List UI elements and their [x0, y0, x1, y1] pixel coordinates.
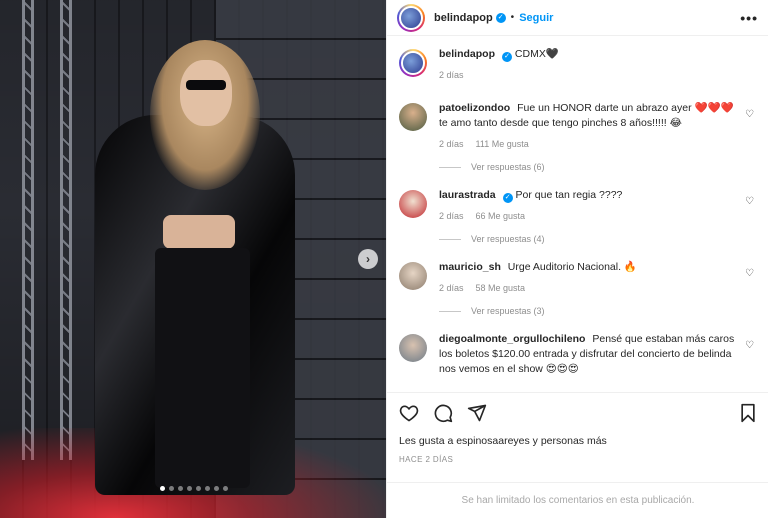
comment-meta: 2 días 111 Me gusta — [439, 137, 737, 152]
replies-divider — [439, 166, 461, 168]
comment-item: mauricio_sh Urge Auditorio Nacional. 🔥 2… — [399, 260, 757, 296]
carousel-dot — [187, 486, 192, 491]
person-midriff — [163, 215, 235, 249]
view-replies-button[interactable]: Ver respuestas (4) — [439, 234, 757, 244]
comment-body: patoelizondoo Fue un HONOR darte un abra… — [439, 101, 757, 152]
comment-item: laurastrada ✓ Por que tan regia ???? 2 dí… — [399, 188, 757, 224]
comment-username[interactable]: mauricio_sh — [439, 261, 501, 273]
like-comment-heart-icon[interactable]: ♡ — [745, 268, 755, 279]
verified-badge-icon: ✓ — [502, 193, 513, 203]
caption-body: belindapop ✓ CDMX🖤 2 días — [439, 47, 757, 83]
chevron-right-icon: › — [366, 252, 370, 266]
caption-username[interactable]: belindapop — [439, 48, 495, 60]
replies-divider — [439, 238, 461, 240]
like-comment-heart-icon[interactable]: ♡ — [745, 340, 755, 351]
post-photo[interactable]: › — [0, 0, 386, 518]
comment-body: laurastrada ✓ Por que tan regia ???? 2 dí… — [439, 188, 757, 224]
post-header: belindapop ✓ • Seguir ••• — [387, 0, 768, 36]
avatar[interactable] — [399, 49, 427, 77]
caption-meta: 2 días — [439, 68, 737, 83]
comment-text: Urge Auditorio Nacional. 🔥 — [507, 261, 638, 273]
verified-badge-icon: ✓ — [495, 12, 506, 23]
carousel-dot — [214, 486, 219, 491]
comment-username[interactable]: patoelizondoo — [439, 102, 510, 114]
comment-item: patoelizondoo Fue un HONOR darte un abra… — [399, 101, 757, 152]
commenter-avatar[interactable] — [399, 334, 427, 362]
comment-meta: 2 días 66 Me gusta — [439, 209, 737, 224]
commenter-avatar[interactable] — [399, 262, 427, 290]
comments-limited-notice: Se han limitado los comentarios en esta … — [387, 482, 768, 518]
comment-username[interactable]: laurastrada — [439, 189, 496, 201]
save-bookmark-icon[interactable] — [739, 403, 757, 423]
comment-item: diegoalmonte_orgullochileno Pensé que es… — [399, 332, 757, 377]
avatar-image — [401, 51, 425, 75]
separator-dot: • — [510, 12, 515, 23]
comment-time[interactable]: 2 días — [439, 281, 464, 296]
action-icons — [399, 401, 757, 425]
like-heart-icon[interactable] — [399, 403, 419, 423]
likes-summary[interactable]: Les gusta a espinosaareyes y personas má… — [399, 435, 757, 447]
view-replies-label: Ver respuestas (3) — [471, 306, 545, 316]
carousel-dot — [223, 486, 228, 491]
stage-truss-left — [22, 0, 34, 460]
carousel-dot — [160, 486, 165, 491]
more-options-icon[interactable]: ••• — [740, 10, 758, 26]
next-slide-button[interactable]: › — [358, 249, 378, 269]
comment-body: diegoalmonte_orgullochileno Pensé que es… — [439, 332, 757, 377]
carousel-dot — [169, 486, 174, 491]
comments-list[interactable]: belindapop ✓ CDMX🖤 2 días patoelizondoo F… — [387, 37, 768, 392]
comment-time[interactable]: 2 días — [439, 137, 464, 152]
view-replies-label: Ver respuestas (4) — [471, 234, 545, 244]
person-face — [180, 60, 232, 126]
comment-time[interactable]: 2 días — [439, 209, 464, 224]
comment-body: mauricio_sh Urge Auditorio Nacional. 🔥 2… — [439, 260, 757, 296]
view-replies-label: Ver respuestas (6) — [471, 162, 545, 172]
comment-likes[interactable]: 111 Me gusta — [476, 137, 529, 152]
post-caption: belindapop ✓ CDMX🖤 2 días — [399, 47, 757, 83]
replies-divider — [439, 310, 461, 312]
comment-text: Por que tan regia ???? — [515, 189, 623, 201]
post-time-ago[interactable]: HACE 2 DÍAS — [399, 455, 757, 464]
person-pants — [155, 248, 250, 488]
like-comment-heart-icon[interactable]: ♡ — [745, 109, 755, 120]
carousel-dot — [205, 486, 210, 491]
view-replies-button[interactable]: Ver respuestas (6) — [439, 162, 757, 172]
commenter-avatar[interactable] — [399, 103, 427, 131]
share-send-icon[interactable] — [467, 403, 487, 423]
carousel-dots — [160, 486, 228, 491]
commenter-avatar[interactable] — [399, 190, 427, 218]
avatar-image — [399, 5, 423, 30]
verified-badge-icon: ✓ — [502, 52, 512, 62]
sunglasses — [186, 80, 226, 90]
stage-truss-right — [60, 0, 72, 460]
comment-likes[interactable]: 66 Me gusta — [476, 209, 526, 224]
carousel-dot — [196, 486, 201, 491]
like-comment-heart-icon[interactable]: ♡ — [745, 196, 755, 207]
author-username[interactable]: belindapop — [434, 12, 493, 24]
comment-bubble-icon[interactable] — [433, 403, 453, 423]
avatar[interactable] — [397, 3, 425, 32]
comment-username[interactable]: diegoalmonte_orgullochileno — [439, 333, 585, 345]
comment-meta: 2 días 58 Me gusta — [439, 281, 737, 296]
view-replies-button[interactable]: Ver respuestas (3) — [439, 306, 757, 316]
post-actions: Les gusta a espinosaareyes y personas má… — [387, 392, 768, 482]
post-sidebar: belindapop ✓ • Seguir ••• belindapop ✓ CD… — [386, 0, 768, 518]
follow-button[interactable]: Seguir — [519, 12, 553, 24]
carousel-dot — [178, 486, 183, 491]
comment-likes[interactable]: 58 Me gusta — [476, 281, 526, 296]
caption-text: CDMX🖤 — [514, 48, 559, 60]
caption-time[interactable]: 2 días — [439, 68, 464, 83]
